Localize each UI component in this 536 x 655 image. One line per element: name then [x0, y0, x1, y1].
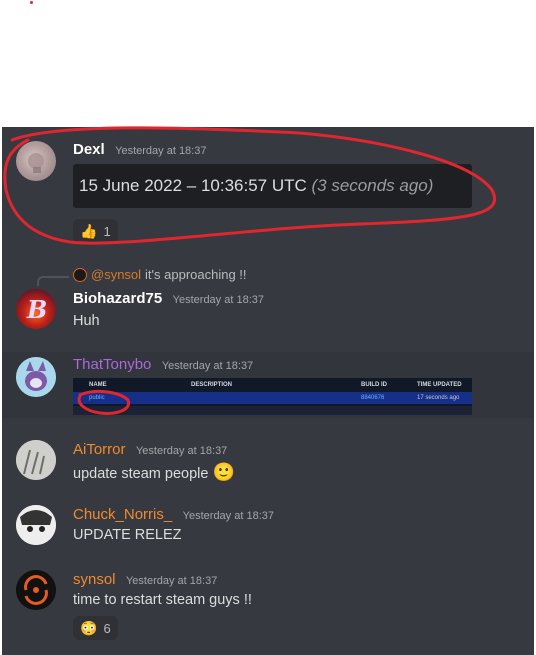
avatar-sketch-icon [16, 440, 56, 480]
column-time-updated: TIME UPDATED [417, 382, 462, 388]
message-header: synsol Yesterday at 18:37 [73, 571, 217, 589]
avatar[interactable]: B [16, 289, 56, 329]
username[interactable]: Biohazard75 [73, 290, 162, 307]
reaction-flushed[interactable]: 😳 6 [73, 616, 118, 640]
message-text: Huh [73, 313, 100, 329]
embed-date: 15 June 2022 – 10:36:57 UTC [79, 176, 307, 195]
cell-description [187, 392, 191, 404]
cell-build-id: 8840676 [361, 395, 385, 401]
avatar[interactable] [16, 570, 56, 610]
message-synsol: synsol Yesterday at 18:37 time to restar… [2, 562, 534, 652]
message-text: update steam people 🙂 [73, 462, 235, 483]
message-text: UPDATE RELEZ [73, 527, 182, 543]
timestamp: Yesterday at 18:37 [172, 294, 264, 306]
timestamp: Yesterday at 18:37 [135, 445, 228, 457]
message-header: Biohazard75 Yesterday at 18:37 [73, 290, 264, 308]
avatar[interactable] [16, 440, 56, 480]
cell-name: public [89, 395, 105, 401]
avatar-manga-icon [16, 505, 56, 545]
message-header: Dexl Yesterday at 18:37 [73, 141, 206, 159]
cell-time-updated: 17 seconds ago [417, 395, 460, 401]
message-text: time to restart steam guys !! [73, 592, 252, 608]
reaction-count: 6 [103, 620, 111, 636]
slightly-smiling-face-icon: 🙂 [212, 462, 235, 482]
column-build-id: BUILD ID [361, 382, 387, 388]
message-biohazard75: B Biohazard75 Yesterday at 18:37 Huh [2, 285, 534, 345]
table-row [73, 406, 472, 415]
reply-avatar-icon [73, 267, 87, 282]
reply-preview[interactable]: @synsol it's approaching !! [73, 267, 247, 282]
reply-mention[interactable]: @synsol [91, 267, 141, 282]
red-dot [30, 1, 33, 4]
message-header: AiTorror Yesterday at 18:37 [73, 441, 227, 459]
table-row: public 8840676 17 seconds ago [73, 392, 472, 404]
column-name: NAME [89, 382, 107, 388]
timestamp-embed: 15 June 2022 – 10:36:57 UTC (3 seconds a… [73, 164, 472, 208]
username[interactable]: synsol [73, 571, 116, 588]
avatar[interactable] [16, 505, 56, 545]
message-chuck-norris: Chuck_Norris_ Yesterday at 18:37 UPDATE … [2, 497, 534, 557]
message-header: ThatTonybo Yesterday at 18:37 [73, 356, 253, 374]
avatar-wolf-icon [16, 357, 56, 397]
timestamp: Yesterday at 18:37 [125, 575, 218, 587]
avatar-image-icon [28, 153, 44, 173]
timestamp: Yesterday at 18:37 [182, 510, 274, 522]
username[interactable]: Dexl [73, 141, 105, 158]
message-header: Chuck_Norris_ Yesterday at 18:37 [73, 506, 274, 524]
reaction-thumbs-up[interactable]: 👍 1 [73, 219, 118, 243]
thumbs-up-icon: 👍 [80, 222, 98, 239]
username[interactable]: AiTorror [73, 441, 126, 458]
message-body: update steam people [73, 466, 209, 482]
biohazard-logo-icon: B [26, 295, 47, 324]
embed-relative-time: (3 seconds ago) [311, 176, 434, 195]
avatar[interactable] [16, 357, 56, 397]
chat-messages: Dexl Yesterday at 18:37 15 June 2022 – 1… [2, 127, 534, 655]
username[interactable]: Chuck_Norris_ [73, 506, 172, 523]
steam-branches-table-image[interactable]: NAME DESCRIPTION BUILD ID TIME UPDATED p… [73, 378, 472, 415]
timestamp: Yesterday at 18:37 [161, 360, 254, 372]
table-header-row: NAME DESCRIPTION BUILD ID TIME UPDATED [73, 379, 472, 391]
column-description: DESCRIPTION [191, 382, 233, 388]
svg-text:B: B [26, 295, 47, 324]
synsol-logo-icon [16, 570, 56, 610]
reply-text: it's approaching !! [145, 267, 247, 282]
message-dexl: Dexl Yesterday at 18:37 15 June 2022 – 1… [2, 127, 534, 247]
timestamp: Yesterday at 18:37 [115, 145, 207, 157]
reaction-count: 1 [103, 223, 111, 239]
username[interactable]: ThatTonybo [73, 356, 151, 373]
flushed-face-icon: 😳 [80, 619, 98, 636]
message-aitorror: AiTorror Yesterday at 18:37 update steam… [2, 432, 534, 492]
avatar[interactable] [16, 141, 56, 181]
